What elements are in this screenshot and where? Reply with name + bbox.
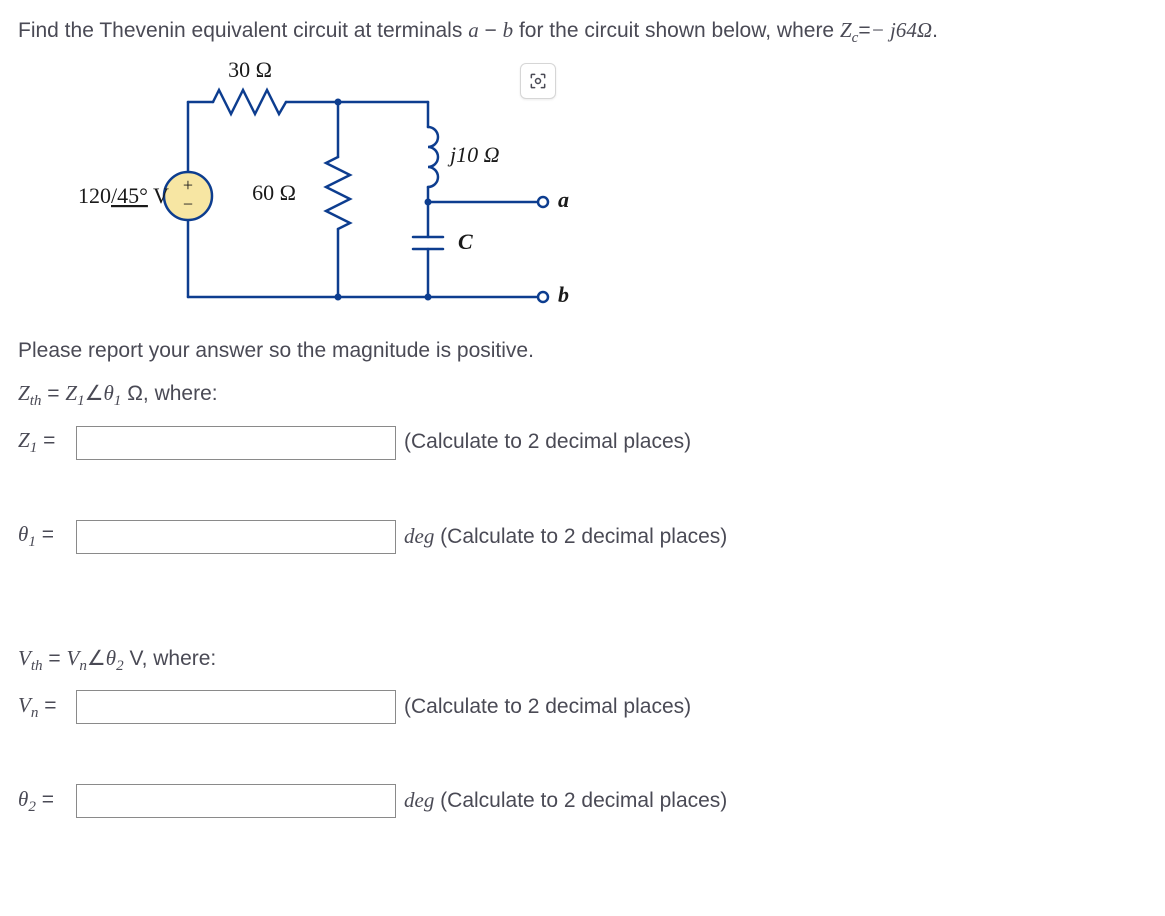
unit: Ω	[121, 382, 143, 405]
source-label: 120/45° V	[78, 183, 169, 208]
eq: =	[36, 523, 54, 546]
c-label: C	[458, 229, 473, 254]
theta2-row: θ2 = deg (Calculate to 2 decimal places)	[18, 784, 1147, 818]
text: for the circuit shown below, where	[513, 19, 840, 42]
z1-hint: (Calculate to 2 decimal places)	[404, 428, 691, 456]
source-plus: +	[183, 175, 193, 195]
sub: th	[30, 393, 42, 409]
l1-label: j10 Ω	[447, 142, 500, 167]
vth-definition: Vth = Vn∠θ2 V, where:	[18, 644, 1147, 677]
angle: ∠	[87, 646, 106, 670]
r2-label: 60 Ω	[252, 180, 296, 205]
sub: n	[79, 658, 87, 674]
capture-button[interactable]	[520, 63, 556, 99]
r1-label: 30 Ω	[228, 57, 272, 82]
source-minus: −	[183, 194, 193, 214]
text: , where:	[142, 647, 217, 670]
eq: =	[41, 382, 65, 405]
z1-row: Z1 = (Calculate to 2 decimal places)	[18, 426, 1147, 460]
angle: ∠	[85, 381, 104, 405]
eq: =	[38, 694, 56, 717]
sub: 2	[116, 658, 124, 674]
zc-symbol: Z	[840, 18, 852, 42]
unit: deg	[404, 788, 434, 812]
terminal-a: a	[468, 18, 479, 42]
capture-icon	[528, 71, 548, 91]
problem-statement: Find the Thevenin equivalent circuit at …	[18, 16, 1147, 49]
instruction-text: Please report your answer so the magnitu…	[18, 337, 1147, 365]
unit: V	[124, 647, 142, 670]
sym: Z	[18, 428, 30, 452]
theta1-input[interactable]	[76, 520, 396, 554]
theta1-hint: deg (Calculate to 2 decimal places)	[404, 522, 727, 551]
circuit-figure: + − 30 Ω 60 Ω j10 Ω C 120/45° V a b	[18, 57, 578, 317]
equals: =	[858, 19, 870, 42]
sym: Z	[65, 381, 77, 405]
theta1-label: θ1 =	[18, 520, 70, 553]
text: (Calculate to 2 decimal places)	[434, 525, 727, 548]
sym: V	[18, 693, 31, 717]
text: , where:	[143, 382, 218, 405]
text: Find the Thevenin equivalent circuit at …	[18, 19, 468, 42]
text: .	[932, 19, 938, 42]
sub: 1	[77, 393, 85, 409]
sym: θ	[18, 522, 28, 546]
sym: V	[18, 646, 31, 670]
eq: =	[43, 647, 67, 670]
vn-label: Vn =	[18, 691, 70, 724]
z1-input[interactable]	[76, 426, 396, 460]
sym: θ	[106, 646, 116, 670]
z1-label: Z1 =	[18, 426, 70, 459]
zc-value: − j64Ω	[871, 18, 932, 42]
sub: 1	[28, 534, 36, 550]
sub: th	[31, 658, 43, 674]
sym: V	[67, 646, 80, 670]
vn-hint: (Calculate to 2 decimal places)	[404, 693, 691, 721]
terminal-b: b	[503, 18, 514, 42]
sym: θ	[18, 787, 28, 811]
eq: =	[37, 429, 55, 452]
vn-input[interactable]	[76, 690, 396, 724]
unit: deg	[404, 524, 434, 548]
vn-row: Vn = (Calculate to 2 decimal places)	[18, 690, 1147, 724]
theta2-input[interactable]	[76, 784, 396, 818]
sym: Z	[18, 381, 30, 405]
terminal-a-label: a	[558, 187, 569, 212]
sub: 2	[28, 799, 36, 815]
zth-definition: Zth = Z1∠θ1 Ω, where:	[18, 379, 1147, 412]
eq: =	[36, 788, 54, 811]
terminal-b-label: b	[558, 282, 569, 307]
theta1-row: θ1 = deg (Calculate to 2 decimal places)	[18, 520, 1147, 554]
theta2-hint: deg (Calculate to 2 decimal places)	[404, 786, 727, 815]
text: (Calculate to 2 decimal places)	[434, 789, 727, 812]
text: −	[479, 19, 503, 42]
theta2-label: θ2 =	[18, 785, 70, 818]
sym: θ	[103, 381, 113, 405]
